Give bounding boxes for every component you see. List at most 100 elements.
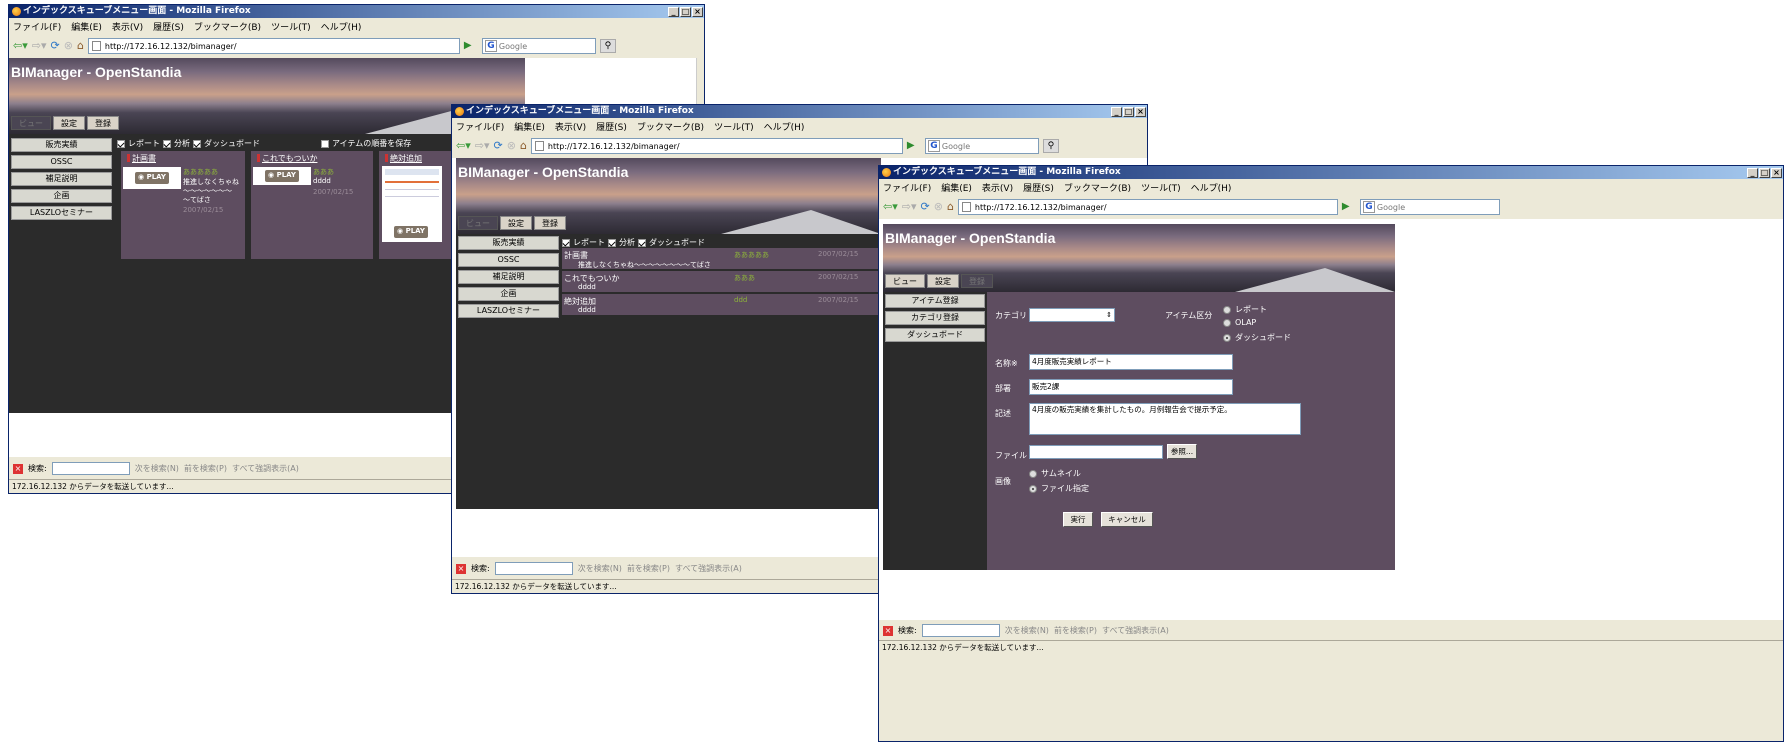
tab-settings[interactable]: 設定	[53, 116, 85, 130]
category-laszlo[interactable]: LASZLOセミナー	[458, 304, 559, 318]
reload-icon[interactable]: ⟳	[51, 39, 60, 53]
find-prev-button[interactable]: 前を検索(P)	[1054, 625, 1097, 636]
item-type-dashboard[interactable]: ダッシュボード	[1223, 332, 1291, 343]
search-icon[interactable]: ⚲	[1042, 139, 1059, 153]
close-find-icon[interactable]: ×	[456, 563, 466, 574]
category-ossc[interactable]: OSSC	[458, 253, 559, 267]
report-checkbox[interactable]	[562, 238, 570, 247]
highlight-all-checkbox[interactable]: すべて強調表示(A)	[1102, 625, 1169, 636]
address-bar[interactable]: http://172.16.12.132/bimanager/	[87, 38, 460, 54]
find-prev-button[interactable]: 前を検索(P)	[627, 563, 670, 574]
forward-icon[interactable]: ⇨▾	[475, 139, 490, 153]
settings-category-registration[interactable]: カテゴリ登録	[885, 311, 985, 325]
menu-help[interactable]: ヘルプ(H)	[321, 20, 362, 33]
close-button[interactable]: ×	[1771, 167, 1782, 178]
submit-button[interactable]: 実行	[1063, 512, 1093, 527]
play-button[interactable]: ◉ PLAY	[135, 172, 169, 184]
back-icon[interactable]: ⇦▾	[883, 200, 898, 214]
find-prev-button[interactable]: 前を検索(P)	[184, 463, 227, 474]
minimize-button[interactable]: _	[1747, 167, 1758, 178]
highlight-all-checkbox[interactable]: すべて強調表示(A)	[675, 563, 742, 574]
name-input[interactable]: 4月度販売実績レポート	[1029, 354, 1233, 370]
dashboard-checkbox[interactable]	[193, 139, 201, 148]
find-input[interactable]	[51, 462, 130, 475]
tab-view[interactable]: ビュー	[458, 216, 498, 230]
highlight-all-checkbox[interactable]: すべて強調表示(A)	[232, 463, 299, 474]
tab-view[interactable]: ビュー	[11, 116, 51, 130]
forward-icon[interactable]: ⇨▾	[902, 200, 917, 214]
menu-bookmarks[interactable]: ブックマーク(B)	[194, 20, 261, 33]
home-icon[interactable]: ⌂	[947, 200, 954, 214]
menu-file[interactable]: ファイル(F)	[456, 120, 504, 133]
dashboard-checkbox[interactable]	[638, 238, 646, 247]
item-title[interactable]: これでもついか	[257, 153, 317, 164]
save-order-checkbox[interactable]	[321, 139, 329, 148]
item-card[interactable]: 絶対追加 ◉ PLAY	[379, 151, 451, 259]
maximize-button[interactable]: □	[1123, 106, 1134, 117]
find-next-button[interactable]: 次を検索(N)	[578, 563, 622, 574]
menu-view[interactable]: 表示(V)	[112, 20, 143, 33]
department-input[interactable]: 販売2課	[1029, 379, 1233, 395]
item-title[interactable]: 絶対追加	[385, 153, 422, 164]
close-find-icon[interactable]: ×	[883, 625, 893, 636]
close-button[interactable]: ×	[692, 6, 703, 17]
list-item[interactable]: 絶対追加 dddd ddd 2007/02/15	[562, 294, 881, 315]
description-textarea[interactable]: 4月度の販売実績を集計したもの。月例報告会で提示予定。	[1029, 403, 1301, 435]
reload-icon[interactable]: ⟳	[921, 200, 930, 214]
menu-tools[interactable]: ツール(T)	[1141, 181, 1181, 194]
menu-edit[interactable]: 編集(E)	[514, 120, 545, 133]
category-supplement[interactable]: 補足説明	[11, 172, 112, 186]
address-bar[interactable]: http://172.16.12.132/bimanager/	[957, 199, 1338, 215]
maximize-button[interactable]: □	[680, 6, 691, 17]
minimize-button[interactable]: _	[1111, 106, 1122, 117]
item-type-olap[interactable]: OLAP	[1223, 318, 1256, 327]
analysis-checkbox[interactable]	[608, 238, 616, 247]
menu-history[interactable]: 履歴(S)	[1023, 181, 1054, 194]
go-icon[interactable]: ▶	[1342, 200, 1356, 214]
image-file-option[interactable]: ファイル指定	[1029, 483, 1089, 494]
close-find-icon[interactable]: ×	[13, 463, 23, 474]
menu-edit[interactable]: 編集(E)	[941, 181, 972, 194]
menu-history[interactable]: 履歴(S)	[153, 20, 184, 33]
item-title[interactable]: 計画書	[127, 153, 156, 164]
menu-view[interactable]: 表示(V)	[982, 181, 1013, 194]
find-input[interactable]	[494, 562, 573, 575]
item-type-report[interactable]: レポート	[1223, 304, 1267, 315]
menu-bookmarks[interactable]: ブックマーク(B)	[1064, 181, 1131, 194]
list-item[interactable]: 計画書 推進しなくちゃね～～～～～～～～てばさ あああああ 2007/02/15	[562, 248, 881, 269]
search-box[interactable]: G Google	[1359, 199, 1500, 215]
menu-edit[interactable]: 編集(E)	[71, 20, 102, 33]
tab-settings[interactable]: 設定	[927, 274, 959, 288]
search-box[interactable]: G Google	[924, 138, 1039, 154]
settings-dashboard[interactable]: ダッシュボード	[885, 328, 985, 342]
menu-history[interactable]: 履歴(S)	[596, 120, 627, 133]
find-next-button[interactable]: 次を検索(N)	[1005, 625, 1049, 636]
search-box[interactable]: G Google	[481, 38, 596, 54]
tab-register[interactable]: 登録	[87, 116, 119, 130]
menu-help[interactable]: ヘルプ(H)	[764, 120, 805, 133]
home-icon[interactable]: ⌂	[77, 39, 84, 53]
tab-view[interactable]: ビュー	[885, 274, 925, 288]
minimize-button[interactable]: _	[668, 6, 679, 17]
settings-item-registration[interactable]: アイテム登録	[885, 294, 985, 308]
play-button[interactable]: ◉ PLAY	[394, 226, 428, 238]
go-icon[interactable]: ▶	[464, 39, 478, 53]
find-input[interactable]	[921, 624, 1000, 637]
category-laszlo[interactable]: LASZLOセミナー	[11, 206, 112, 220]
home-icon[interactable]: ⌂	[520, 139, 527, 153]
list-item[interactable]: これでもついか dddd あああ 2007/02/15	[562, 271, 881, 292]
reload-icon[interactable]: ⟳	[494, 139, 503, 153]
file-input[interactable]	[1029, 445, 1163, 459]
play-button[interactable]: ◉ PLAY	[265, 170, 299, 182]
address-bar[interactable]: http://172.16.12.132/bimanager/	[530, 138, 903, 154]
menu-tools[interactable]: ツール(T)	[271, 20, 311, 33]
menu-help[interactable]: ヘルプ(H)	[1191, 181, 1232, 194]
category-ossc[interactable]: OSSC	[11, 155, 112, 169]
stop-icon[interactable]: ⊗	[934, 200, 943, 214]
menu-tools[interactable]: ツール(T)	[714, 120, 754, 133]
tab-register[interactable]: 登録	[534, 216, 566, 230]
back-icon[interactable]: ⇦▾	[456, 139, 471, 153]
category-sales[interactable]: 販売実績	[11, 138, 112, 152]
cancel-button[interactable]: キャンセル	[1101, 512, 1153, 527]
tab-settings[interactable]: 設定	[500, 216, 532, 230]
